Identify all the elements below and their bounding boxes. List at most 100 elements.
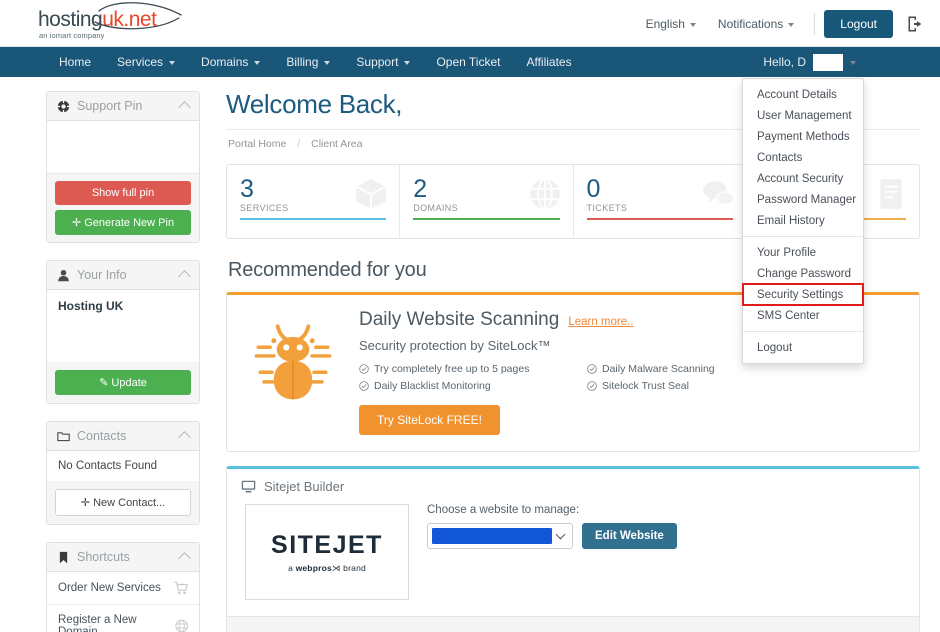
- nav-item-affiliates[interactable]: Affiliates: [513, 47, 584, 77]
- notifications-menu[interactable]: Notifications: [707, 17, 805, 31]
- monitor-icon: [241, 480, 256, 493]
- learn-more-link[interactable]: Learn more..: [568, 316, 633, 328]
- new-contact-label: New Contact...: [93, 497, 166, 509]
- invoice-icon: [880, 179, 902, 209]
- new-contact-button[interactable]: ✛ New Contact...: [55, 489, 191, 516]
- menu-item-your-profile[interactable]: Your Profile: [743, 242, 863, 263]
- menu-item-password-manager[interactable]: Password Manager: [743, 189, 863, 210]
- chevron-up-icon[interactable]: [178, 101, 191, 114]
- panel-contacts-header[interactable]: Contacts: [47, 422, 199, 451]
- panel-support-pin-header[interactable]: Support Pin: [47, 92, 199, 121]
- breadcrumb-portal-home[interactable]: Portal Home: [228, 138, 286, 150]
- bookmark-icon: [59, 551, 68, 563]
- generate-new-pin-button[interactable]: ✛ Generate New Pin: [55, 210, 191, 235]
- panel-shortcuts: Shortcuts Order New Services Register a …: [46, 542, 200, 632]
- plus-icon: ✛: [80, 497, 90, 509]
- feature-label: Daily Blacklist Monitoring: [374, 380, 491, 392]
- menu-item-user-management[interactable]: User Management: [743, 105, 863, 126]
- nav-item-home[interactable]: Home: [46, 47, 104, 77]
- main-navbar: Home Services Domains Billing Support Op…: [0, 47, 940, 77]
- chevron-up-icon[interactable]: [178, 552, 191, 565]
- stat-services[interactable]: 3 SERVICES: [227, 165, 401, 238]
- plus-icon: ✛: [71, 217, 82, 229]
- chevron-down-icon: [555, 529, 566, 539]
- nav-label: Billing: [286, 55, 319, 69]
- panel-shortcuts-header[interactable]: Shortcuts: [47, 543, 199, 572]
- nav-label: Support: [356, 55, 399, 69]
- cart-icon: [174, 581, 188, 595]
- nav-item-billing[interactable]: Billing: [273, 47, 343, 77]
- show-full-pin-button[interactable]: Show full pin: [55, 181, 191, 205]
- logo-tagline: an iomart company: [39, 31, 105, 40]
- stat-tickets[interactable]: 0 TICKETS: [574, 165, 747, 238]
- update-info-button[interactable]: ✎ Update: [55, 370, 191, 395]
- sitelock-text-block: Daily Website Scanning Learn more.. Secu…: [359, 309, 715, 435]
- breadcrumb-client-area[interactable]: Client Area: [311, 138, 362, 150]
- menu-item-security-settings[interactable]: Security Settings: [742, 283, 864, 306]
- site-logo[interactable]: hostinguk.net an iomart company: [38, 2, 188, 44]
- sitelock-feature: Sitelock Trust Seal: [587, 380, 715, 392]
- menu-item-sms-center[interactable]: SMS Center: [743, 305, 863, 326]
- website-select[interactable]: [427, 523, 573, 549]
- nav-label: Services: [117, 55, 164, 69]
- header-divider: [814, 12, 816, 35]
- menu-item-email-history[interactable]: Email History: [743, 210, 863, 231]
- try-sitelock-button[interactable]: Try SiteLock FREE!: [359, 405, 500, 435]
- lifebuoy-icon: [57, 99, 70, 113]
- logo-name-part1: hosting: [38, 8, 103, 31]
- sitelock-subtitle: Security protection by SiteLock™: [359, 338, 551, 353]
- chevron-up-icon[interactable]: [178, 270, 191, 283]
- shortcut-register-new-domain[interactable]: Register a New Domain: [47, 605, 199, 632]
- website-select-value: [432, 528, 552, 544]
- sitejet-sub-brand: webpros: [295, 562, 332, 573]
- sitejet-footer: [227, 616, 919, 632]
- sidebar: Support Pin Show full pin ✛ Generate New…: [0, 77, 212, 632]
- menu-item-change-password[interactable]: Change Password: [743, 263, 863, 284]
- stat-underline: [586, 218, 733, 220]
- chevron-down-icon: [850, 61, 856, 65]
- check-circle-icon: [587, 364, 597, 374]
- nav-label: Home: [59, 55, 92, 69]
- check-circle-icon: [359, 381, 369, 391]
- header-right-tools: English Notifications Logout: [635, 0, 926, 47]
- stat-domains[interactable]: 2 DOMAINS: [400, 165, 574, 238]
- shortcut-label: Register a New Domain: [58, 614, 137, 632]
- language-selector[interactable]: English: [635, 17, 707, 31]
- contacts-empty-text: No Contacts Found: [58, 460, 158, 472]
- nav-item-domains[interactable]: Domains: [188, 47, 273, 77]
- menu-divider: [743, 236, 863, 237]
- menu-item-account-security[interactable]: Account Security: [743, 168, 863, 189]
- chat-icon: [702, 181, 735, 206]
- edit-website-button[interactable]: Edit Website: [582, 523, 677, 549]
- sitejet-select-row: Edit Website: [427, 523, 677, 549]
- nav-item-open-ticket[interactable]: Open Ticket: [423, 47, 513, 77]
- menu-item-payment-methods[interactable]: Payment Methods: [743, 126, 863, 147]
- chevron-up-icon[interactable]: [178, 431, 191, 444]
- sign-out-icon[interactable]: [906, 14, 926, 34]
- sitelock-title-row: Daily Website Scanning Learn more..: [359, 309, 715, 331]
- your-info-actions: ✎ Update: [47, 362, 199, 403]
- panel-your-info-header[interactable]: Your Info: [47, 261, 199, 290]
- account-menu-toggle[interactable]: Hello, D: [763, 47, 856, 77]
- globe-icon: [174, 619, 188, 632]
- menu-item-account-details[interactable]: Account Details: [743, 84, 863, 105]
- folder-icon: [57, 431, 70, 441]
- panel-your-info: Your Info Hosting UK ✎ Update: [46, 260, 200, 404]
- redacted-username: [813, 53, 843, 71]
- panel-title: Your Info: [77, 268, 127, 282]
- notifications-label: Notifications: [717, 16, 784, 31]
- panel-support-pin: Support Pin Show full pin ✛ Generate New…: [46, 91, 200, 243]
- shortcut-order-new-services[interactable]: Order New Services: [47, 572, 199, 605]
- menu-item-logout[interactable]: Logout: [743, 337, 863, 358]
- menu-item-contacts[interactable]: Contacts: [743, 147, 863, 168]
- account-dropdown-menu: Account Details User Management Payment …: [742, 78, 864, 364]
- stat-underline: [413, 218, 560, 220]
- logout-button[interactable]: Logout: [824, 9, 893, 38]
- logo-text: hostinguk.net: [38, 8, 157, 32]
- nav-item-services[interactable]: Services: [104, 47, 188, 77]
- contacts-actions: ✛ New Contact...: [47, 481, 199, 524]
- support-pin-value: [47, 121, 199, 173]
- sitejet-controls: Choose a website to manage: Edit Website: [427, 504, 677, 600]
- globe-icon: [529, 178, 560, 210]
- nav-item-support[interactable]: Support: [343, 47, 423, 77]
